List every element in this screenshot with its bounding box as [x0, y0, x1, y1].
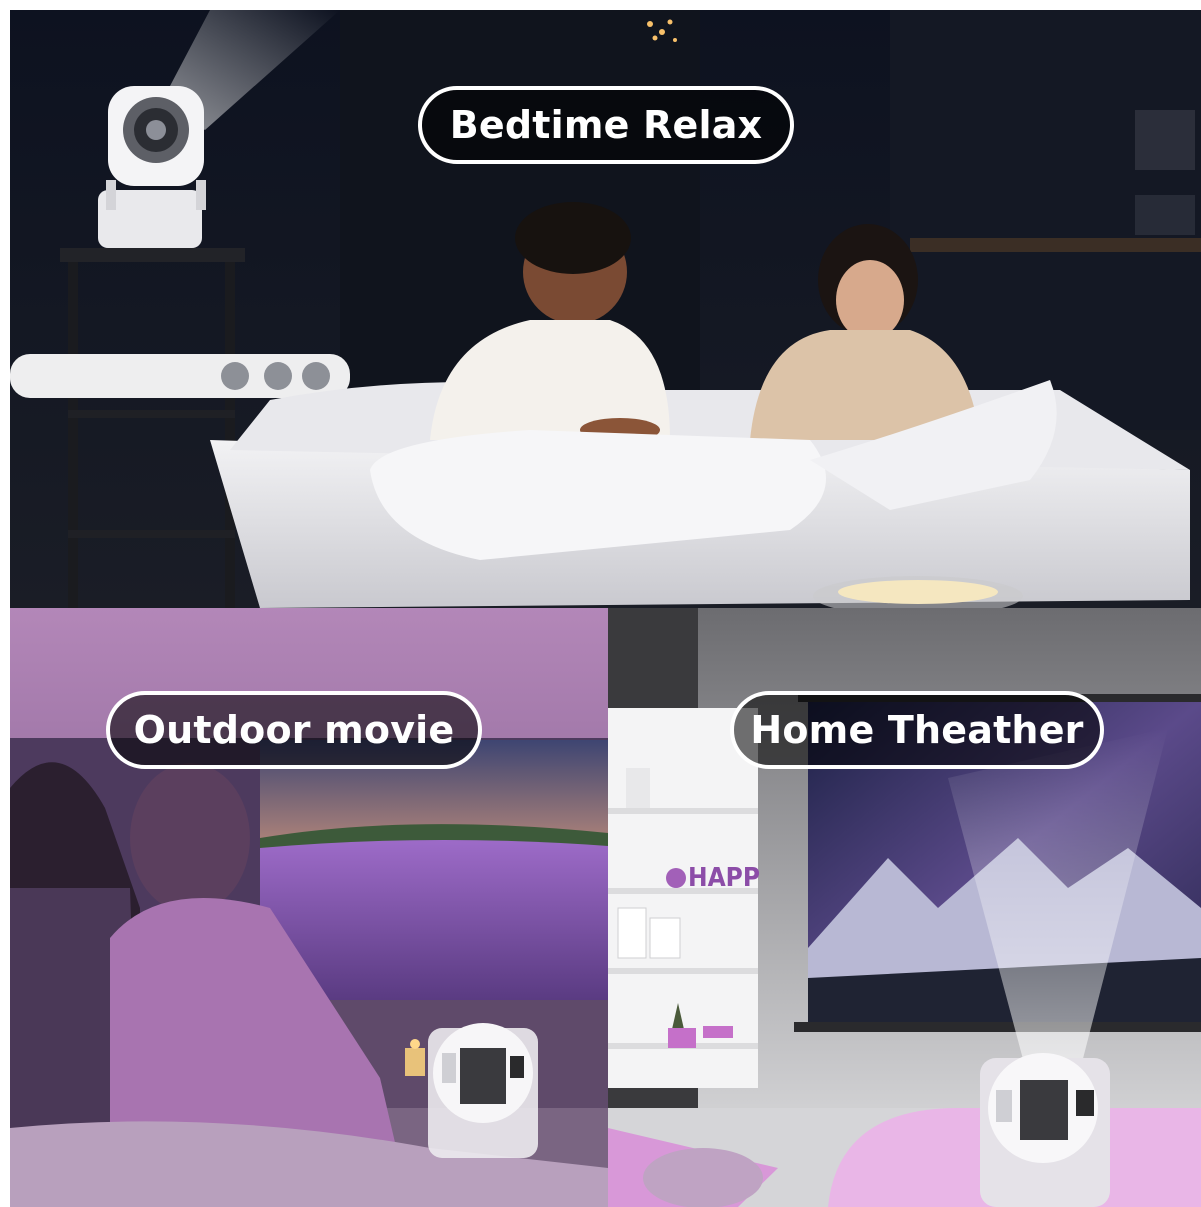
projector-icon: [428, 1023, 538, 1158]
home-theather-label: Home Theather: [730, 691, 1104, 769]
projector-icon: [980, 1053, 1110, 1207]
projector-icon: [98, 86, 206, 248]
shelf-sign: HAPP: [688, 863, 760, 893]
outdoor-movie-label: Outdoor movie: [106, 691, 482, 769]
bedtime-relax-label: Bedtime Relax: [418, 86, 794, 164]
